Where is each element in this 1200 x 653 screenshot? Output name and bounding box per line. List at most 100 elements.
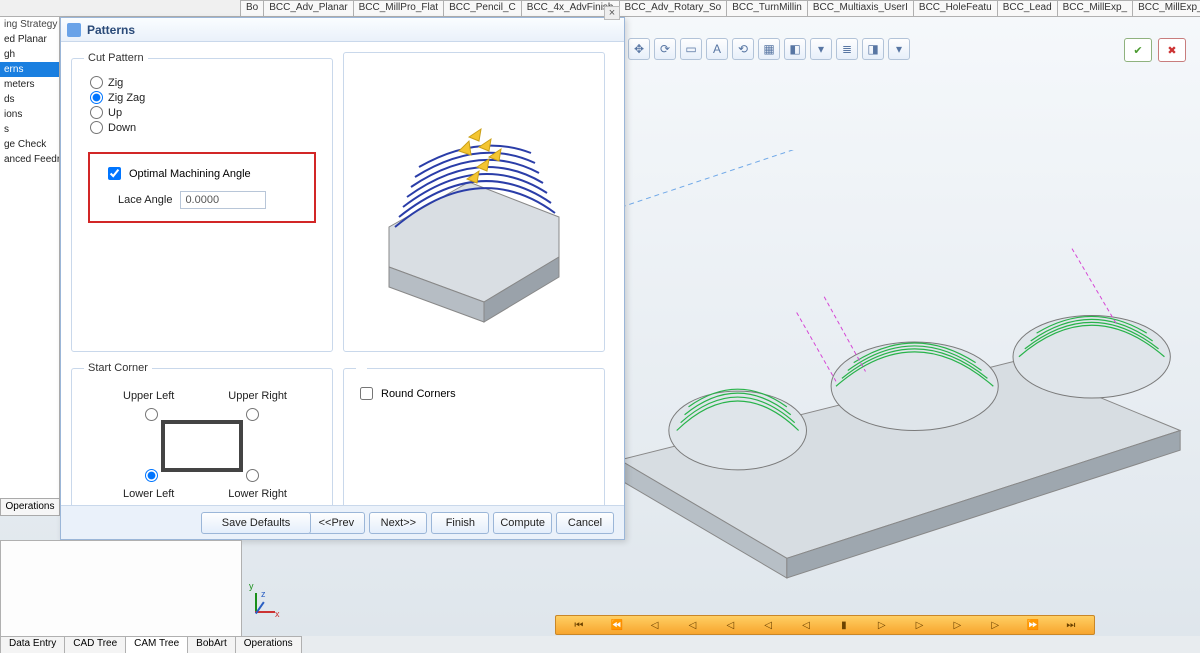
document-tab[interactable]: BCC_HoleFeatu <box>913 0 998 16</box>
playbar-button[interactable]: ▷ <box>987 617 1003 633</box>
viewport-confirm-buttons: ✔ ✖ <box>1124 38 1186 62</box>
playbar-button[interactable]: ⏩ <box>1025 617 1041 633</box>
compute-button[interactable]: Compute <box>493 512 552 534</box>
tree-item[interactable]: s <box>0 122 59 137</box>
document-tab[interactable]: BCC_MillExp_ <box>1057 0 1133 16</box>
grid-icon[interactable]: ▦ <box>758 38 780 60</box>
optimal-angle-checkbox[interactable] <box>108 167 121 180</box>
playbar-button[interactable]: ⏪ <box>609 617 625 633</box>
document-tabs: BoBCC_Adv_PlanarBCC_MillPro_FlatBCC_Penc… <box>0 0 1200 17</box>
bottom-tabs: Data EntryCAD TreeCAM TreeBobArtOperatio… <box>0 636 301 653</box>
start-corner-group: Start Corner Upper Left Upper Right Lowe… <box>71 362 333 517</box>
corner-ur-label: Upper Right <box>228 390 287 402</box>
dialog-icon <box>67 23 81 37</box>
tree-item[interactable]: meters <box>0 77 59 92</box>
refresh-icon[interactable]: ⟲ <box>732 38 754 60</box>
corner-ul-label: Upper Left <box>123 390 174 402</box>
document-tab[interactable]: BCC_Adv_Rotary_So <box>619 0 728 16</box>
chevron2-icon[interactable]: ▾ <box>888 38 910 60</box>
playbar-button[interactable]: ◁ <box>722 617 738 633</box>
tree-item[interactable]: ions <box>0 107 59 122</box>
playbar-button[interactable]: ◁ <box>798 617 814 633</box>
document-tab[interactable]: BCC_TurnMillin <box>726 0 808 16</box>
radio-zigzag[interactable]: Zig Zag <box>90 91 320 104</box>
rotate-icon[interactable]: ⟳ <box>654 38 676 60</box>
radio-down-label: Down <box>108 122 136 134</box>
simulation-playbar: ⏮ ⏪ ◁ ◁ ◁ ◁ ◁ ▮ ▷ ▷ ▷ ▷ ⏩ ⏭ <box>555 615 1095 635</box>
bottom-tab[interactable]: CAD Tree <box>64 636 126 653</box>
round-corners-checkbox[interactable] <box>360 387 373 400</box>
playbar-button[interactable]: ◁ <box>647 617 663 633</box>
tree-root[interactable]: ing Strategy <box>0 17 59 32</box>
bottom-tab[interactable]: Data Entry <box>0 636 65 653</box>
tree-item[interactable]: anced Feedrates <box>0 152 59 167</box>
layers-icon[interactable]: ≣ <box>836 38 858 60</box>
playbar-button[interactable]: ▷ <box>912 617 928 633</box>
playbar-button[interactable]: ▷ <box>949 617 965 633</box>
round-corners-checkbox-row[interactable]: Round Corners <box>356 384 592 403</box>
playbar-button[interactable]: ⏮ <box>571 617 587 633</box>
bottom-tab[interactable]: CAM Tree <box>125 636 188 653</box>
tree-item[interactable]: ds <box>0 92 59 107</box>
tree-item[interactable]: gh <box>0 47 59 62</box>
axis-z-label: z <box>261 589 266 599</box>
pattern-preview <box>343 52 605 352</box>
radio-up[interactable]: Up <box>90 106 320 119</box>
radio-down-input[interactable] <box>90 121 103 134</box>
move-icon[interactable]: ✥ <box>628 38 650 60</box>
playbar-button[interactable]: ◁ <box>760 617 776 633</box>
corner-ul-radio[interactable] <box>145 408 158 421</box>
bottom-tab[interactable]: Operations <box>235 636 302 653</box>
finish-button[interactable]: Finish <box>431 512 489 534</box>
optimal-angle-checkbox-row[interactable]: Optimal Machining Angle <box>104 164 300 183</box>
document-tab[interactable]: BCC_MillExp_Po <box>1132 0 1200 16</box>
axis-y-label: y <box>249 581 254 591</box>
playbar-button[interactable]: ⏭ <box>1063 617 1079 633</box>
corner-ur-radio[interactable] <box>246 408 259 421</box>
radio-zig[interactable]: Zig <box>90 76 320 89</box>
corner-ll-label: Lower Left <box>123 488 174 500</box>
dialog-footer: Save Defaults <<Prev Next>> Finish Compu… <box>61 505 624 539</box>
playbar-button[interactable]: ◁ <box>684 617 700 633</box>
axis-x-label: x <box>275 609 280 619</box>
tree-item[interactable]: erns <box>0 62 59 77</box>
radio-up-label: Up <box>108 107 122 119</box>
radio-zig-input[interactable] <box>90 76 103 89</box>
select-icon[interactable]: ▭ <box>680 38 702 60</box>
corner-lr-radio[interactable] <box>246 469 259 482</box>
optimal-angle-label: Optimal Machining Angle <box>129 168 251 180</box>
axis-gizmo: y x z <box>245 583 285 623</box>
document-tab[interactable]: BCC_Multiaxis_UserI <box>807 0 914 16</box>
viewport-toolbar: ✥⟳▭A⟲▦◧▾≣◨▾ <box>628 38 910 60</box>
lace-angle-input[interactable] <box>180 191 266 209</box>
corner-ll-radio[interactable] <box>145 469 158 482</box>
dialog-close-button[interactable]: × <box>604 6 620 20</box>
save-defaults-button[interactable]: Save Defaults <box>201 512 311 534</box>
document-tab[interactable]: BCC_Adv_Planar <box>263 0 353 16</box>
show-operations-button[interactable]: Operations <box>0 498 60 516</box>
dialog-titlebar[interactable]: Patterns <box>61 18 624 42</box>
radio-up-input[interactable] <box>90 106 103 119</box>
document-tab[interactable]: BCC_Lead <box>997 0 1058 16</box>
cube2-icon[interactable]: ◨ <box>862 38 884 60</box>
chevron-icon[interactable]: ▾ <box>810 38 832 60</box>
document-tab[interactable]: BCC_MillPro_Flat <box>353 0 444 16</box>
cube-icon[interactable]: ◧ <box>784 38 806 60</box>
playbar-button[interactable]: ▷ <box>874 617 890 633</box>
radio-zigzag-input[interactable] <box>90 91 103 104</box>
tree-item[interactable]: ge Check <box>0 137 59 152</box>
document-tab[interactable]: BCC_Pencil_C <box>443 0 522 16</box>
next-button[interactable]: Next>> <box>369 512 427 534</box>
confirm-cancel-button[interactable]: ✖ <box>1158 38 1186 62</box>
cancel-button[interactable]: Cancel <box>556 512 614 534</box>
prev-button[interactable]: <<Prev <box>307 512 365 534</box>
playbar-button[interactable]: ▮ <box>836 617 852 633</box>
tree-lower-well <box>0 540 242 638</box>
A-icon[interactable]: A <box>706 38 728 60</box>
confirm-ok-button[interactable]: ✔ <box>1124 38 1152 62</box>
tree-item[interactable]: ed Planar <box>0 32 59 47</box>
radio-down[interactable]: Down <box>90 121 320 134</box>
start-corner-legend: Start Corner <box>84 362 152 374</box>
bottom-tab[interactable]: BobArt <box>187 636 236 653</box>
document-tab[interactable]: Bo <box>240 0 264 16</box>
